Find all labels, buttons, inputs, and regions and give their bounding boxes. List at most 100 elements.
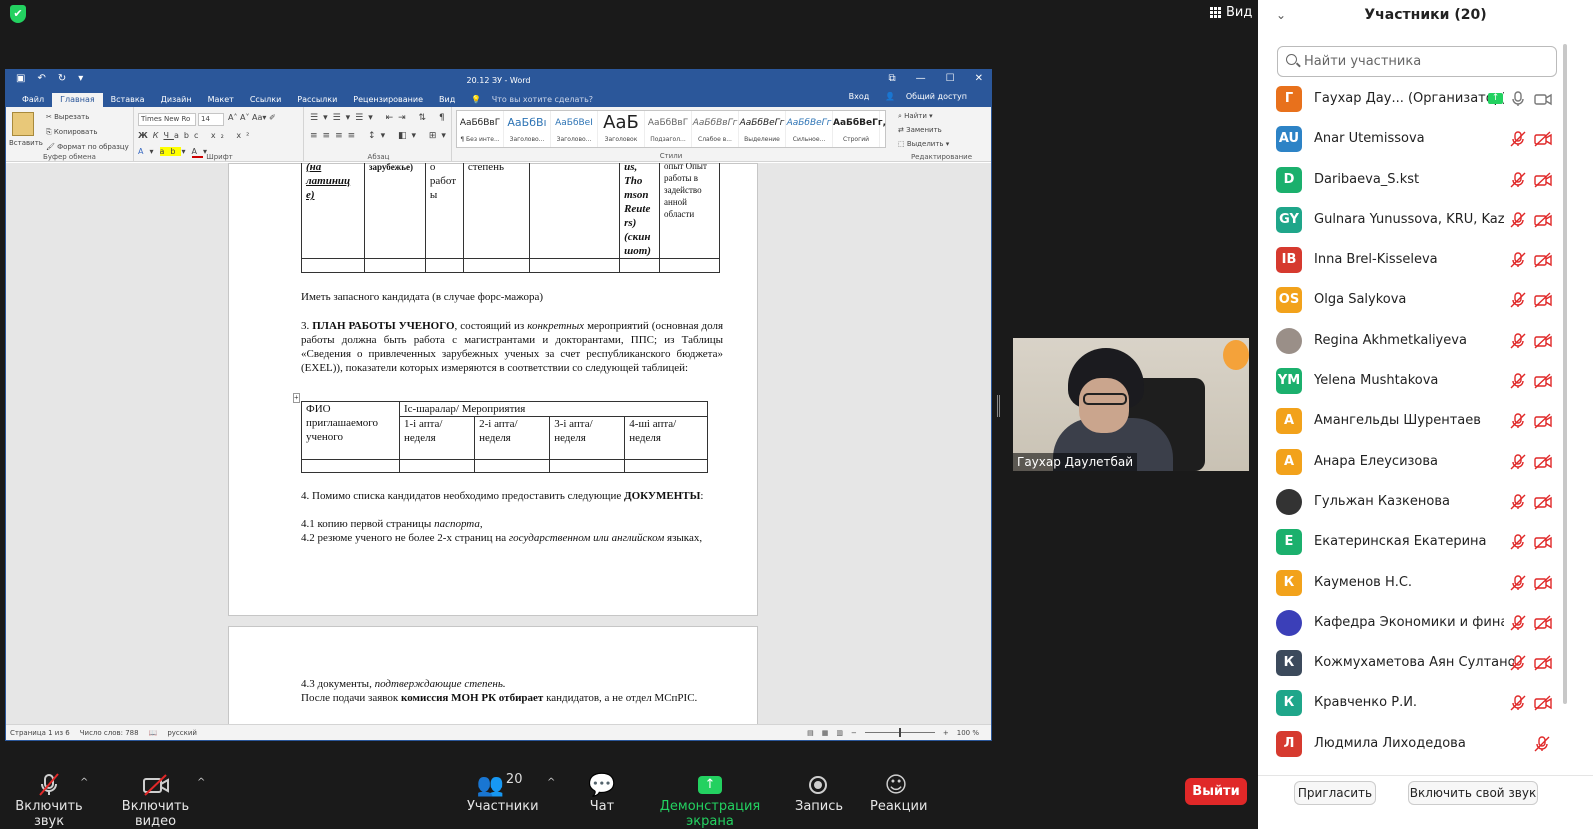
mic-muted-icon[interactable] [1510,212,1526,228]
language[interactable]: русский [167,729,197,737]
participant-row[interactable]: Л Людмила Лиходедова [1258,725,1578,765]
participant-row[interactable]: Кафедра Экономики и финанс... [1258,604,1578,644]
style-subtle-emphasis[interactable]: АаБбВвГг Слабое в... [692,111,739,147]
font-name-box[interactable]: Times New Ro [138,113,196,126]
web-layout-icon[interactable]: ▥ [836,729,843,737]
participant-row[interactable]: К Кауменов Н.С. [1258,564,1578,604]
share-screen-button[interactable]: ↑ Демонстрация экрана [646,771,774,829]
mic-muted-icon[interactable] [1510,494,1526,510]
mic-muted-icon[interactable] [1510,171,1526,188]
camera-off-icon[interactable] [1534,695,1552,711]
unmute-me-button[interactable]: Включить свой звук [1408,781,1538,805]
unmute-button[interactable]: Включить звук [7,771,91,829]
tab-home[interactable]: Главная [52,93,103,107]
panel-scrollbar[interactable] [1563,44,1567,704]
participant-row[interactable]: Е Екатеринская Екатерина [1258,523,1578,563]
mic-muted-icon[interactable] [1510,615,1526,631]
select-button[interactable]: ⬚ Выделить ▾ [898,140,949,148]
mic-icon[interactable] [1510,91,1526,107]
mic-muted-icon[interactable] [1510,373,1526,389]
panel-resize-handle[interactable] [997,395,1000,417]
tab-insert[interactable]: Вставка [103,95,153,107]
participants-caret-icon[interactable]: ^ [547,777,555,788]
cut-button[interactable]: ✂ Вырезать [46,113,89,121]
view-button[interactable]: Вид [1210,5,1252,20]
mic-muted-icon[interactable] [1510,534,1526,550]
style-title[interactable]: АаБ Заголовок [598,111,645,147]
format-painter-button[interactable]: 🖌 Формат по образцу [46,143,129,151]
font-grow-shrink-buttons[interactable]: A˄ A˅ Aa▾ ✐ [228,113,276,122]
paste-label[interactable]: Вставить [9,139,43,147]
camera-off-icon[interactable] [1534,454,1552,470]
camera-off-icon[interactable] [1534,615,1552,631]
close-icon[interactable]: ✕ [975,73,983,84]
style-emphasis[interactable]: АаБбВеГг Выделение [739,111,786,147]
participant-row[interactable]: YM Yelena Mushtakova [1258,362,1578,402]
camera-off-icon[interactable] [1534,373,1552,389]
mic-muted-icon[interactable] [1510,252,1526,268]
table-move-handle-icon[interactable]: + [293,393,300,403]
ribbon-display-icon[interactable]: ⧉ [889,73,896,84]
video-options-caret-icon[interactable]: ^ [197,777,205,788]
participant-row[interactable]: К Кравченко Р.И. [1258,684,1578,724]
document-page-1[interactable]: (на латиниц е) зарубежье) о работ ы степ… [228,163,758,616]
participant-row[interactable]: А Амангельды Шурентаев [1258,402,1578,442]
mic-muted-icon[interactable] [1510,292,1526,308]
style-intense-emphasis[interactable]: АаБбВеГг Сильное... [786,111,833,147]
participant-row[interactable]: А Анара Елеусизова [1258,443,1578,483]
invite-button[interactable]: Пригласить [1294,781,1376,805]
camera-off-icon[interactable] [1534,252,1552,268]
tab-file[interactable]: Файл [14,95,52,107]
page-count[interactable]: Страница 1 из 6 [10,729,70,737]
camera-off-icon[interactable] [1534,212,1552,228]
zoom-in-icon[interactable]: + [943,729,949,737]
leave-button[interactable]: Выйти [1185,778,1247,805]
word-count[interactable]: Число слов: 788 [80,729,139,737]
participant-row[interactable]: GY Gulnara Yunussova, KRU, Kazak... [1258,201,1578,241]
security-shield-icon[interactable]: ✔ [10,5,26,23]
camera-off-icon[interactable] [1534,413,1552,429]
tab-references[interactable]: Ссылки [242,95,289,107]
font-size-box[interactable]: 14 [198,113,224,126]
list-buttons[interactable]: ☰▾☰▾☰▾ ⇤⇥ ⇅ ¶ [310,113,450,123]
alignment-buttons[interactable]: ≡≡≡≡ ↕▾ ◧▾ ⊞▾ [310,131,451,141]
participants-button[interactable]: 👥 20 Участники [467,771,539,815]
print-layout-icon[interactable]: ▦ [822,729,829,737]
mic-muted-icon[interactable] [1510,574,1526,591]
participant-row[interactable]: D Daribaeva_S.kst [1258,161,1578,201]
minimize-icon[interactable]: — [916,73,926,84]
start-video-button[interactable]: Включить видео [108,771,203,829]
find-button[interactable]: ⌕ Найти ▾ [898,112,933,121]
mic-muted-icon[interactable] [1534,736,1550,752]
participant-row[interactable]: Regina Akhmetkaliyeva [1258,322,1578,362]
video-tile[interactable]: Гаухар Даулетбай [1013,338,1249,471]
record-button[interactable]: Запись [795,771,843,814]
zoom-out-icon[interactable]: − [851,729,857,737]
copy-button[interactable]: ⎘ Копировать [46,128,98,137]
style-strong[interactable]: АаБбВеГг, Строгий [833,111,886,147]
camera-off-icon[interactable] [1534,534,1552,550]
participant-row[interactable]: IB Inna Brel-Kisseleva [1258,241,1578,281]
participant-row[interactable]: OS Olga Salykova [1258,281,1578,321]
style-heading2[interactable]: АаБбВеІ Заголово... [551,111,598,147]
participant-row[interactable]: К Кожмухаметова Аян Султановна [1258,644,1578,684]
tab-layout[interactable]: Макет [200,95,242,107]
camera-off-icon[interactable] [1534,655,1552,671]
proofing-icon[interactable]: 📖 [149,729,158,737]
participant-row[interactable]: Г Гаухар Дау... (Организатор) ↑ [1258,80,1578,120]
zoom-level[interactable]: 100 % [957,729,979,737]
share-button[interactable]: 👤 Общий доступ [877,92,983,104]
participant-row[interactable]: Гульжан Казкенова [1258,483,1578,523]
camera-off-icon[interactable] [1534,333,1552,349]
camera-icon[interactable] [1534,91,1552,107]
font-format-buttons[interactable]: ЖКЧabc x₂ x² [138,131,254,140]
mic-muted-icon[interactable] [1510,333,1526,349]
mic-muted-icon[interactable] [1510,655,1526,671]
style-heading1[interactable]: АаБбВı Заголово... [504,111,551,147]
tab-mailings[interactable]: Рассылки [289,95,345,107]
signin-link[interactable]: Вход [841,92,878,104]
participant-search-input[interactable]: Найти участника [1277,46,1557,77]
participant-row[interactable]: AU Anar Utemissova [1258,120,1578,160]
camera-off-icon[interactable] [1534,292,1552,308]
tell-me-box[interactable]: 💡 Что вы хотите сделать? [463,95,609,107]
